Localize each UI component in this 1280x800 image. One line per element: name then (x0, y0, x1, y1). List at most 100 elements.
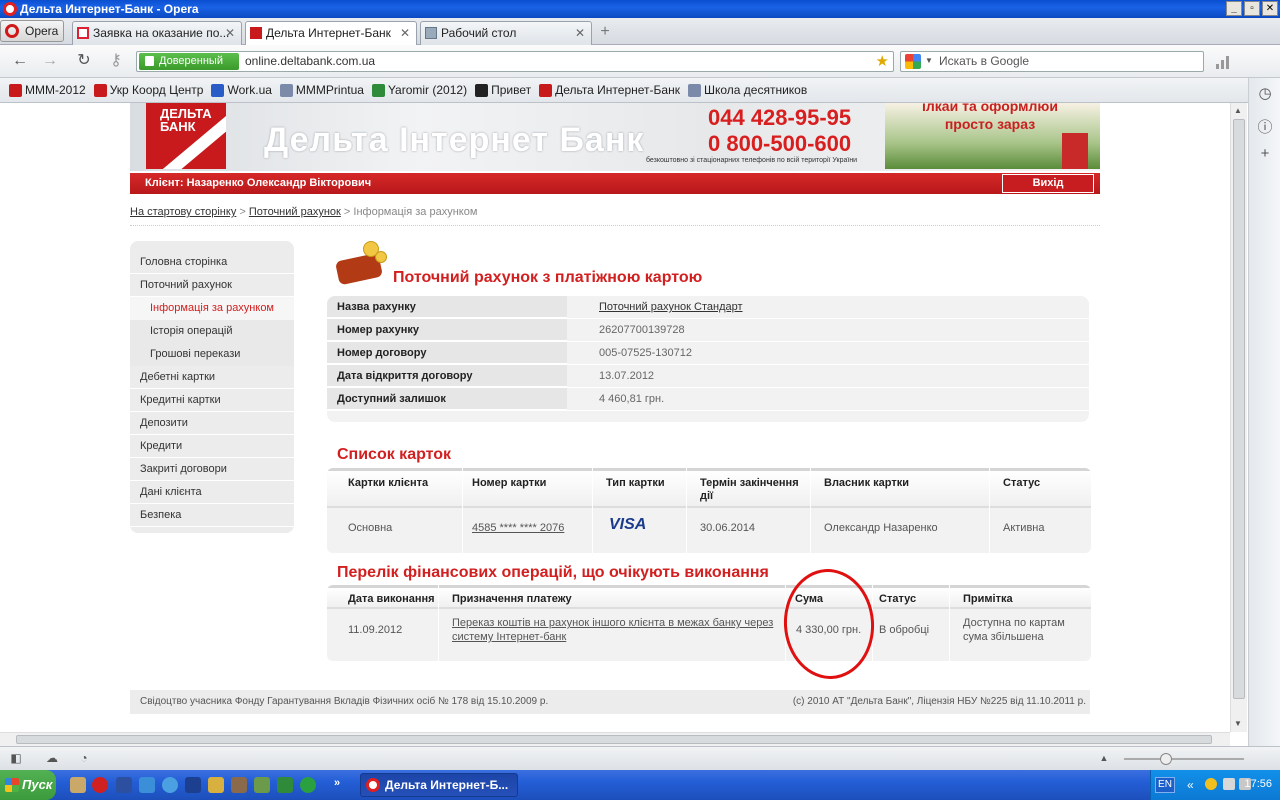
menu-item[interactable]: Головна сторінка (130, 251, 294, 274)
excel-quicklaunch-icon[interactable] (277, 777, 293, 793)
zoom-slider[interactable] (1124, 753, 1244, 765)
left-menu: Головна сторінка Поточний рахунок Інформац… (130, 241, 294, 533)
account-name-link[interactable]: Поточний рахунок Стандарт (599, 301, 743, 313)
tab-deltabank[interactable]: Дельта Интернет-Банк ✕ (245, 21, 417, 46)
bookmark-item[interactable]: Yaromir (2012) (371, 83, 467, 97)
close-tab-icon[interactable]: ✕ (575, 22, 585, 44)
card-number-link[interactable]: 4585 **** **** 2076 (472, 521, 564, 535)
bookmark-star-icon[interactable]: ★ (876, 52, 889, 71)
breadcrumb-separator: > (340, 206, 354, 218)
horizontal-scrollbar[interactable] (0, 732, 1230, 746)
tray-expand-icon[interactable]: « (1187, 778, 1199, 792)
opera-menu-button[interactable]: Opera (0, 20, 64, 42)
bookmark-item[interactable]: Привет (475, 83, 531, 97)
scroll-thumb[interactable] (16, 735, 1212, 744)
close-tab-icon[interactable]: ✕ (400, 22, 410, 44)
menu-item[interactable]: Депозити (130, 412, 294, 435)
info-icon[interactable]: ⓘ (1257, 120, 1273, 136)
app-quicklaunch-icon[interactable] (231, 777, 247, 793)
bookmark-item[interactable]: МММPrintua (279, 83, 364, 97)
bookmark-icon (371, 83, 385, 97)
phone-number-2: 0 800-500-600 (708, 131, 852, 156)
bookmark-label: МММ-2012 (25, 83, 86, 97)
bookmark-item[interactable]: Укр Коорд Центр (93, 83, 203, 97)
add-panel-icon[interactable]: + (1257, 146, 1273, 162)
key-icon[interactable]: ⚷ (106, 52, 126, 70)
signal-bars-icon[interactable] (1216, 55, 1232, 69)
tab-gmail[interactable]: Заявка на оказание по... ✕ (72, 21, 242, 45)
column-header: Тип картки (606, 477, 665, 489)
maximize-button[interactable]: ▫ (1244, 1, 1260, 16)
scroll-down-icon[interactable]: ▼ (1234, 719, 1242, 728)
bookmark-label: Привет (491, 83, 532, 97)
promo-banner[interactable]: ілкай та оформлюй просто зараз (885, 103, 1100, 169)
op-purpose-link[interactable]: Переказ коштів на рахунок іншого клієнта… (452, 616, 782, 644)
menu-item[interactable]: Безпека (130, 504, 294, 527)
quicklaunch-icon[interactable] (70, 777, 86, 793)
ie-quicklaunch-icon[interactable] (162, 777, 178, 793)
menu-item[interactable]: Дебетні картки (130, 366, 294, 389)
menu-item[interactable]: Закриті договори (130, 458, 294, 481)
close-window-button[interactable]: ✕ (1262, 1, 1278, 16)
more-quicklaunch-icon[interactable]: » (334, 777, 350, 793)
tab-speed-dial[interactable]: Рабочий стол ✕ (420, 21, 592, 45)
turbo-cloud-icon[interactable]: ☁ (44, 751, 60, 765)
menu-item[interactable]: Кредити (130, 435, 294, 458)
back-button[interactable]: ← (10, 52, 30, 70)
reload-button[interactable]: ↻ (74, 52, 94, 70)
breadcrumb-account-link[interactable]: Поточний рахунок (249, 206, 341, 218)
menu-item[interactable]: Дані клієнта (130, 481, 294, 504)
media-quicklaunch-icon[interactable] (139, 777, 155, 793)
breadcrumb-home-link[interactable]: На стартову сторінку (130, 206, 236, 218)
breadcrumb-separator: > (236, 206, 249, 218)
windows-flag-icon (5, 778, 19, 792)
search-engine-dropdown-icon[interactable]: ▼ (925, 56, 933, 65)
start-button[interactable]: Пуск (0, 770, 56, 800)
menu-item[interactable]: Інформація за рахунком (130, 297, 294, 320)
menu-item[interactable]: Кредитні картки (130, 389, 294, 412)
promo-image (1062, 133, 1088, 169)
minimize-button[interactable]: _ (1226, 1, 1242, 16)
scroll-thumb[interactable] (1233, 119, 1245, 699)
language-indicator[interactable]: EN (1155, 777, 1175, 793)
app-quicklaunch-icon[interactable] (185, 777, 201, 793)
logout-button[interactable]: Вихід (1002, 174, 1094, 193)
search-field[interactable]: ▼ Искать в Google (900, 51, 1204, 72)
app-quicklaunch-icon[interactable] (208, 777, 224, 793)
history-clock-icon[interactable]: ◷ (1257, 86, 1273, 102)
opera-quicklaunch-icon[interactable] (92, 777, 108, 793)
column-header: Власник картки (824, 477, 909, 489)
panel-toggle-icon[interactable]: ◧ (8, 751, 24, 765)
taskbar-opera-window[interactable]: Дельта Интернет-Б... (360, 773, 518, 797)
trusted-site-badge[interactable]: Доверенный (139, 53, 239, 70)
new-tab-button[interactable]: + (596, 23, 614, 41)
app-quicklaunch-icon[interactable] (254, 777, 270, 793)
menu-item[interactable]: Історія операцій (130, 320, 294, 343)
speed-gauge-icon[interactable]: ◔ (76, 751, 92, 765)
url-text[interactable]: online.deltabank.com.ua (245, 52, 375, 71)
delta-bank-logo[interactable]: ДЕЛЬТА БАНК (146, 103, 226, 169)
bookmark-item[interactable]: Дельта Интернет-Банк (539, 83, 680, 97)
bookmark-item[interactable]: Школа десятников (687, 83, 807, 97)
zoom-up-icon[interactable]: ▲ (1096, 751, 1112, 765)
app-quicklaunch-icon[interactable] (300, 777, 316, 793)
info-row: Номер рахунку 26207700139728 (327, 319, 1089, 342)
scroll-up-icon[interactable]: ▲ (1234, 106, 1242, 115)
phone-number-1: 044 428-95-95 (708, 105, 852, 130)
address-field[interactable]: Доверенный online.deltabank.com.ua ★ (136, 51, 894, 72)
cards-table-header: Картки клієнта Номер картки Тип картки Т… (327, 468, 1091, 508)
forward-button[interactable]: → (40, 52, 60, 70)
zoom-slider-knob[interactable] (1160, 753, 1172, 765)
clock: 17:56 (1244, 778, 1272, 790)
tray-app-icon[interactable] (1205, 778, 1217, 790)
vertical-scrollbar[interactable]: ▲ ▼ (1230, 103, 1247, 732)
close-tab-icon[interactable]: ✕ (225, 22, 235, 44)
page-title: Поточний рахунок з платіжною картою (393, 269, 703, 286)
network-icon[interactable] (1223, 778, 1235, 790)
bookmark-item[interactable]: Work.ua (211, 83, 272, 97)
save-quicklaunch-icon[interactable] (116, 777, 132, 793)
promo-line-2: просто зараз (944, 116, 1036, 132)
menu-item[interactable]: Поточний рахунок (130, 274, 294, 297)
bookmark-item[interactable]: МММ-2012 (9, 83, 86, 97)
menu-item[interactable]: Грошові перекази (130, 343, 294, 366)
